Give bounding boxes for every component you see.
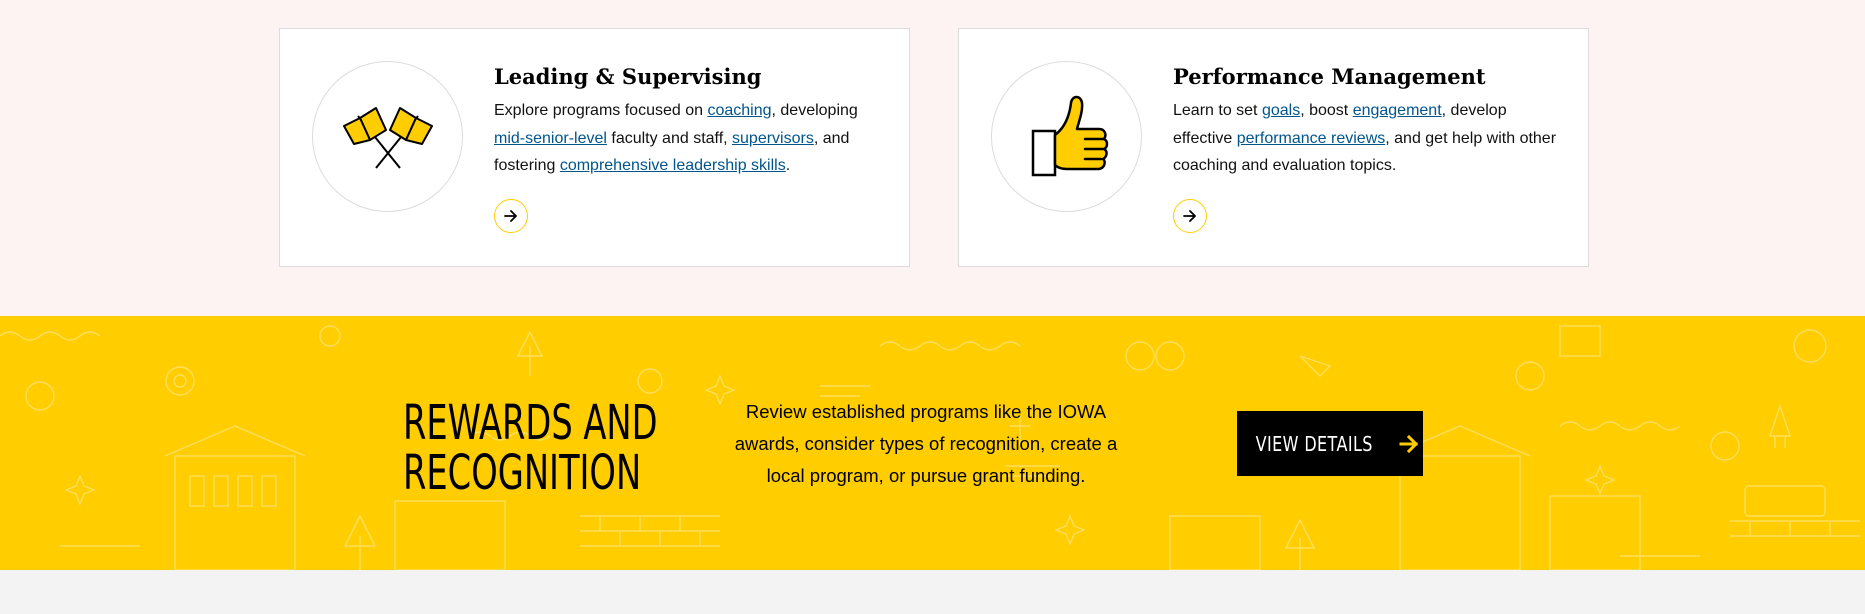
text-segment: Explore programs focused on [494,102,708,119]
link-comprehensive-leadership-skills[interactable]: comprehensive leadership skills [560,157,786,174]
card-performance-management: Performance Management Learn to set goal… [958,28,1589,267]
card-arrow-button[interactable] [1173,199,1207,233]
text-segment: , developing [771,102,858,119]
text-segment: , boost [1300,102,1353,119]
link-performance-reviews[interactable]: performance reviews [1237,130,1386,147]
card-title: Performance Management [1173,64,1486,89]
promo-title: REWARDS AND RECOGNITION [403,398,658,498]
card-arrow-button[interactable] [494,199,528,233]
card-body: Leading & Supervising Explore programs f… [494,61,879,180]
link-mid-senior-level[interactable]: mid-senior-level [494,130,607,147]
link-goals[interactable]: goals [1262,102,1300,119]
card-body: Performance Management Learn to set goal… [1173,61,1558,180]
flags-icon [342,106,433,169]
text-segment: Learn to set [1173,102,1262,119]
card-leading-supervising: Leading & Supervising Explore programs f… [279,28,910,267]
view-details-label: VIEW DETAILS [1255,431,1373,456]
card-icon-circle [312,61,463,212]
thumbs-up-icon [1031,95,1108,176]
rewards-recognition-banner: REWARDS AND RECOGNITION Review establishe… [0,316,1865,570]
promo-description: Review established programs like the IOW… [734,401,1118,486]
promo-title-line: RECOGNITION [403,445,642,501]
text-segment: faculty and staff, [606,129,733,147]
view-details-button[interactable]: VIEW DETAILS [1237,411,1423,476]
text-segment: . [785,157,791,174]
card-title: Leading & Supervising [494,64,762,89]
arrow-right-icon [504,210,517,222]
arrow-right-icon [1183,210,1196,222]
link-engagement[interactable]: engagement [1353,102,1442,119]
card-icon-circle [991,61,1142,212]
card-description: Explore programs focused on coaching, de… [494,97,879,180]
promo-title-line: REWARDS AND [403,395,658,451]
link-coaching[interactable]: coaching [707,102,771,119]
link-supervisors[interactable]: supervisors [732,130,814,147]
card-description: Learn to set goals, boost engagement, de… [1173,97,1558,180]
arrow-right-icon [1399,434,1419,453]
